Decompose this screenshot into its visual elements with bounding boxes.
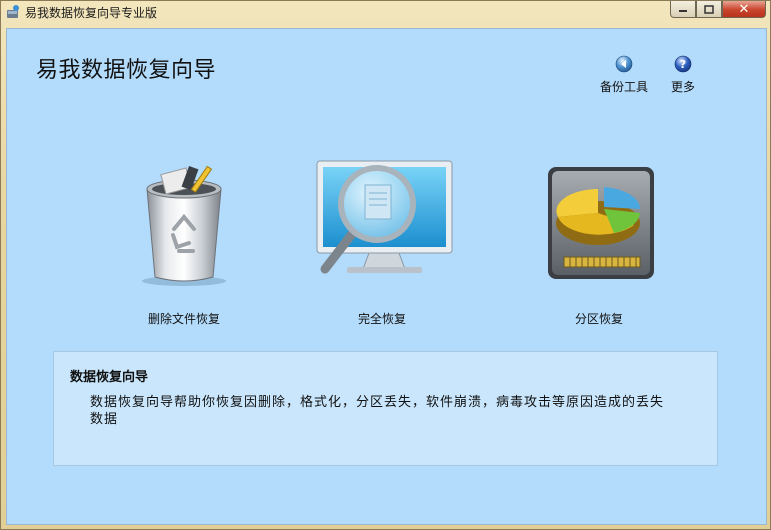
window-title: 易我数据恢复向导专业版 [25, 6, 158, 20]
deleted-file-recovery-option[interactable]: 删除文件恢复 [104, 159, 264, 327]
title-bar[interactable]: 易我数据恢复向导专业版 ✕ [1, 1, 771, 25]
info-panel: 数据恢复向导 数据恢复向导帮助你恢复因删除，格式化，分区丢失，软件崩溃，病毒攻击… [53, 351, 718, 466]
partition-recovery-option[interactable]: 分区恢复 [519, 159, 679, 327]
complete-recovery-option[interactable]: 完全恢复 [302, 159, 462, 327]
window-controls: ✕ [670, 1, 766, 20]
backup-arrow-icon [615, 55, 633, 73]
more-button[interactable]: ? 更多 [655, 55, 711, 95]
partition-recovery-label: 分区恢复 [574, 312, 623, 326]
maximize-button[interactable] [696, 1, 722, 18]
info-title: 数据恢复向导 [70, 370, 149, 385]
minimize-button[interactable] [670, 1, 696, 18]
maximize-icon [704, 4, 714, 14]
info-description: 数据恢复向导帮助你恢复因删除，格式化，分区丢失，软件崩溃，病毒攻击等原因造成的丢… [90, 395, 665, 427]
main-panel: 易我数据恢复向导 备份工具 ? 更多 删除文件恢复 完全恢复 分区恢复 数据恢复… [6, 28, 767, 525]
close-button[interactable]: ✕ [722, 1, 766, 18]
close-icon: ✕ [738, 1, 750, 17]
recycle-bin-icon [142, 165, 226, 286]
deleted-file-recovery-label: 删除文件恢复 [147, 312, 220, 326]
backup-tool-button[interactable]: 备份工具 [596, 55, 652, 95]
help-question-icon: ? [674, 55, 692, 73]
page-title: 易我数据恢复向导 [36, 58, 217, 83]
complete-recovery-label: 完全恢复 [357, 312, 406, 326]
backup-tool-label: 备份工具 [599, 80, 648, 94]
monitor-magnifier-icon [316, 160, 453, 274]
hard-drive-pie-icon [548, 167, 654, 279]
svg-text:?: ? [680, 58, 686, 71]
window-frame: 易我数据恢复向导专业版 ✕ 易我数据恢复向导 备份工具 ? 更多 删除文件恢复 … [0, 0, 771, 530]
more-label: 更多 [670, 80, 695, 94]
minimize-icon [679, 10, 687, 12]
app-icon [7, 5, 19, 18]
